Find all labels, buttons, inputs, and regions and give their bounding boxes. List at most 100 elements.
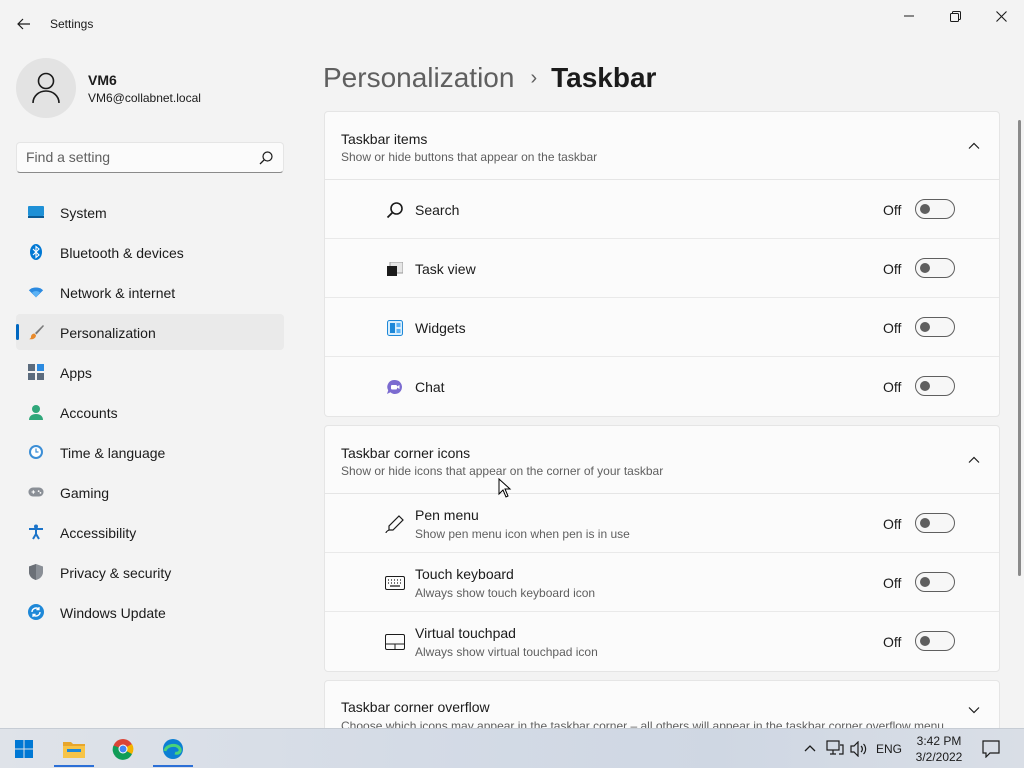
clock-icon [28,444,44,460]
sidebar-item-apps[interactable]: Apps [16,354,284,390]
toggle-knob [920,263,930,273]
group-title: Taskbar items [341,131,428,147]
avatar [16,58,76,118]
keyboard-icon [385,573,405,593]
sidebar-item-time-language[interactable]: Time & language [16,434,284,470]
mouse-cursor-icon [498,478,512,498]
sidebar-item-label: Accounts [60,405,118,421]
notification-icon[interactable] [982,740,1000,758]
sidebar-item-system[interactable]: System [16,194,284,230]
taskbar-corner-icons-group: Taskbar corner icons Show or hide icons … [324,425,1000,672]
task-view-toggle[interactable] [915,258,955,278]
taskbar-corner-icons-header[interactable]: Taskbar corner icons Show or hide icons … [325,426,999,494]
sidebar-item-label: Bluetooth & devices [60,245,184,261]
gamepad-icon [28,484,44,500]
toggle-knob [920,636,930,646]
setting-row-chat: Chat Off [325,357,999,416]
minimize-icon [904,15,914,17]
scrollbar-thumb[interactable] [1018,120,1021,576]
sidebar-item-label: Gaming [60,485,110,501]
file-explorer-button[interactable] [54,731,94,767]
clock[interactable]: 3:42 PM 3/2/2022 [906,733,972,765]
bluetooth-icon [28,244,44,260]
setting-row-touch-keyboard: Touch keyboard Always show touch keyboar… [325,553,999,612]
sidebar-item-accessibility[interactable]: Accessibility [16,514,284,550]
breadcrumb-separator: › [530,66,538,89]
close-button[interactable] [978,0,1024,32]
toggle-state-label: Off [883,202,902,218]
row-label: Chat [415,379,445,395]
widgets-icon [385,318,405,338]
group-subtitle: Show or hide buttons that appear on the … [341,150,598,164]
breadcrumb: Personalization › Taskbar [323,58,656,98]
chevron-up-icon[interactable] [967,453,981,467]
group-subtitle: Show or hide icons that appear on the co… [341,464,664,478]
sidebar-item-gaming[interactable]: Gaming [16,474,284,510]
language-indicator[interactable]: ENG [876,742,902,756]
shield-icon [28,564,44,580]
sidebar-item-network[interactable]: Network & internet [16,274,284,310]
back-button[interactable] [10,12,38,36]
toggle-state-label: Off [883,516,902,532]
sidebar-item-label: Windows Update [60,605,166,621]
virtual-touchpad-toggle[interactable] [915,631,955,651]
widgets-toggle[interactable] [915,317,955,337]
sidebar-nav: System Bluetooth & devices Network & int… [16,194,284,634]
settings-content[interactable]: Taskbar items Show or hide buttons that … [324,111,1000,728]
page-title: Taskbar [551,62,657,93]
chevron-up-icon[interactable] [804,743,816,753]
file-explorer-icon [63,742,85,758]
start-button[interactable] [4,731,44,767]
settings-search-box[interactable] [16,142,284,173]
pen-icon [385,514,405,534]
network-icon[interactable] [826,740,844,756]
chevron-down-icon[interactable] [967,703,981,717]
row-description: Always show virtual touchpad icon [415,645,598,659]
edge-icon [163,739,183,759]
chat-toggle[interactable] [915,376,955,396]
sidebar-item-label: Privacy & security [60,565,172,581]
volume-icon[interactable] [850,741,868,757]
restore-icon [949,10,961,22]
sidebar-item-accounts[interactable]: Accounts [16,394,284,430]
restore-button[interactable] [932,0,978,32]
row-label: Pen menu [415,507,479,523]
user-profile[interactable]: VM6 VM6@collabnet.local [16,58,296,118]
sidebar-item-personalization[interactable]: Personalization [16,314,284,350]
taskbar-items-header[interactable]: Taskbar items Show or hide buttons that … [325,112,999,180]
sidebar-item-label: Time & language [60,445,166,461]
touch-keyboard-toggle[interactable] [915,572,955,592]
clock-time: 3:42 PM [916,734,962,748]
sidebar-item-windows-update[interactable]: Windows Update [16,594,284,630]
pen-menu-toggle[interactable] [915,513,955,533]
taskbar-items-group: Taskbar items Show or hide buttons that … [324,111,1000,417]
accessibility-icon [28,524,44,540]
breadcrumb-parent[interactable]: Personalization [323,62,514,94]
user-name: VM6 [88,72,117,88]
group-subtitle: Choose which icons may appear in the tas… [341,719,944,728]
brush-icon [28,324,44,340]
row-description: Always show touch keyboard icon [415,586,596,600]
setting-row-virtual-touchpad: Virtual touchpad Always show virtual tou… [325,612,999,671]
start-icon [15,740,33,758]
toggle-knob [920,577,930,587]
sidebar-item-privacy-security[interactable]: Privacy & security [16,554,284,590]
chevron-up-icon[interactable] [967,139,981,153]
taskbar: ENG 3:42 PM 3/2/2022 [0,728,1024,768]
search-toggle[interactable] [915,199,955,219]
sidebar-item-label: Network & internet [60,285,176,301]
group-title: Taskbar corner overflow [341,699,490,715]
edge-button[interactable] [153,731,193,767]
minimize-button[interactable] [886,0,932,32]
taskbar-corner-overflow-header[interactable]: Taskbar corner overflow Choose which ico… [324,680,1000,728]
toggle-knob [920,322,930,332]
search-icon[interactable] [258,150,274,166]
group-title: Taskbar corner icons [341,445,471,461]
row-label: Widgets [415,320,466,336]
toggle-state-label: Off [883,261,902,277]
search-input[interactable] [26,149,246,165]
sidebar-item-bluetooth[interactable]: Bluetooth & devices [16,234,284,270]
row-label: Task view [415,261,476,277]
sidebar-item-label: System [60,205,107,221]
chrome-button[interactable] [103,731,143,767]
